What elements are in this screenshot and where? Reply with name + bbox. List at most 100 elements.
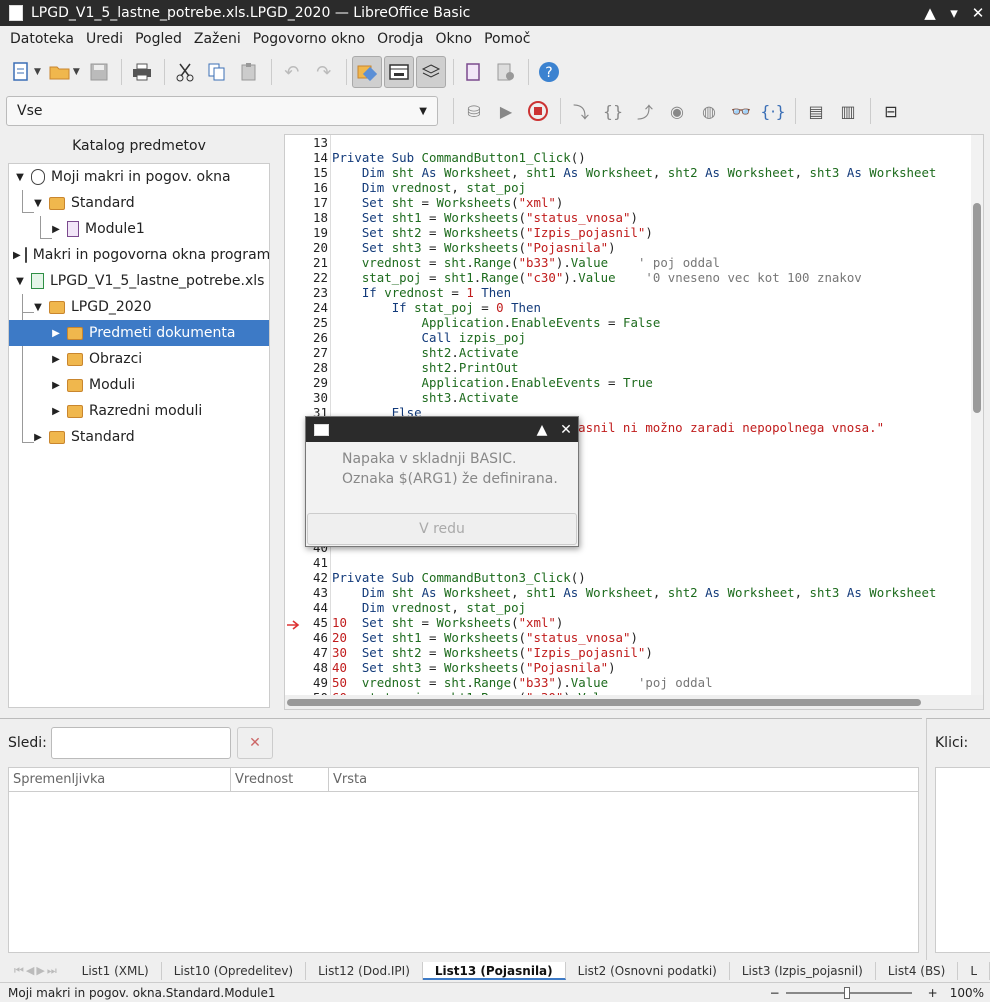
code-line[interactable]: sht2.Activate — [332, 345, 969, 360]
tab-list3[interactable]: List3 (Izpis_pojasnil) — [730, 962, 876, 980]
tab-list4[interactable]: List4 (BS) — [876, 962, 959, 980]
ok-button[interactable]: V redu — [307, 513, 577, 545]
manage-breakpoints-icon[interactable]: ◍ — [694, 96, 724, 126]
code-line[interactable]: Set sht1 = Worksheets("status_vnosa") — [332, 210, 969, 225]
dialog-maximize-button[interactable]: ▲ — [530, 422, 554, 438]
tab-list12[interactable]: List12 (Dod.IPI) — [306, 962, 423, 980]
code-line[interactable]: 30 Set sht2 = Worksheets("Izpis_pojasnil… — [332, 645, 969, 660]
run-icon[interactable]: ▶ — [491, 96, 521, 126]
zoom-slider[interactable] — [785, 986, 912, 999]
horizontal-scroll-thumb[interactable] — [287, 699, 921, 706]
tree-item-my-macros[interactable]: ▼ Moji makri in pogov. okna — [9, 164, 269, 190]
step-out-icon[interactable]: ⤴ — [630, 96, 660, 126]
code-line[interactable]: If vrednost = 1 Then — [332, 285, 969, 300]
expand-right-icon[interactable]: ▶ — [49, 328, 63, 339]
tab-list2[interactable]: List2 (Osnovni podatki) — [566, 962, 730, 980]
code-line[interactable]: Application.EnableEvents = True — [332, 375, 969, 390]
code-line[interactable]: 10 Set sht = Worksheets("xml") — [332, 615, 969, 630]
save-icon[interactable] — [84, 56, 114, 88]
print-icon[interactable] — [127, 56, 157, 88]
paste-icon[interactable] — [234, 56, 264, 88]
tab-list1[interactable]: List1 (XML) — [70, 962, 162, 980]
tree-item-standard-1[interactable]: ▼ Standard — [9, 190, 269, 216]
menu-datoteka[interactable]: Datoteka — [4, 31, 80, 47]
zoom-slider-knob[interactable] — [843, 986, 850, 999]
code-line[interactable]: Dim sht As Worksheet, sht1 As Worksheet,… — [332, 165, 969, 180]
code-line[interactable]: Call izpis_poj — [332, 330, 969, 345]
zoom-in-icon[interactable]: + — [922, 986, 944, 1000]
code-line[interactable]: Set sht2 = Worksheets("Izpis_pojasnil") — [332, 225, 969, 240]
menu-okno[interactable]: Okno — [429, 31, 478, 47]
expand-down-icon[interactable]: ▼ — [31, 302, 45, 313]
tree-item-forms[interactable]: ▶ Obrazci — [9, 346, 269, 372]
step-into-icon[interactable]: ⤵ — [566, 96, 596, 126]
expand-right-icon[interactable]: ▶ — [49, 380, 63, 391]
copy-icon[interactable] — [202, 56, 232, 88]
expand-right-icon[interactable]: ▶ — [13, 250, 21, 261]
tab-truncated[interactable]: L — [958, 962, 990, 980]
zoom-level[interactable]: 100% — [944, 986, 990, 1000]
code-line[interactable]: Private Sub CommandButton1_Click() — [332, 150, 969, 165]
help-icon[interactable]: ? — [534, 56, 564, 88]
expand-right-icon[interactable]: ▶ — [49, 406, 63, 417]
menu-pogled[interactable]: Pogled — [129, 31, 188, 47]
code-line[interactable]: Set sht3 = Worksheets("Pojasnila") — [332, 240, 969, 255]
code-line[interactable]: sht2.PrintOut — [332, 360, 969, 375]
code-line[interactable]: 40 Set sht3 = Worksheets("Pojasnila") — [332, 660, 969, 675]
expand-right-icon[interactable]: ▶ — [31, 432, 45, 443]
dialog-icon[interactable] — [383, 56, 414, 88]
tree-item-document-objects[interactable]: ▶ Predmeti dokumenta — [9, 320, 269, 346]
watch-input[interactable] — [51, 727, 231, 759]
code-line[interactable] — [332, 135, 969, 150]
expand-down-icon[interactable]: ▼ — [13, 276, 27, 287]
minimize-button[interactable]: ▾ — [942, 4, 966, 22]
open-folder-icon[interactable] — [45, 56, 75, 88]
new-dropdown-icon[interactable]: ▼ — [34, 67, 41, 77]
remove-watch-icon[interactable]: ✕ — [237, 727, 273, 759]
expand-right-icon[interactable]: ▶ — [49, 354, 63, 365]
tab-navigation-icon[interactable]: ⏮◀▶⏭ — [0, 964, 70, 978]
menu-pomoc[interactable]: Pomoč — [478, 31, 536, 47]
code-line[interactable]: Private Sub CommandButton3_Click() — [332, 570, 969, 585]
import-dialog-icon[interactable]: ⊟ — [876, 96, 906, 126]
insert-source-icon[interactable]: ▤ — [801, 96, 831, 126]
tree-item-standard-2[interactable]: ▶ Standard — [9, 424, 269, 450]
compile-icon[interactable]: ⛁ — [459, 96, 489, 126]
menu-uredi[interactable]: Uredi — [80, 31, 129, 47]
horizontal-scrollbar[interactable] — [285, 695, 983, 709]
modules-icon[interactable] — [491, 56, 521, 88]
code-line[interactable]: If stat_poj = 0 Then — [332, 300, 969, 315]
tab-list10[interactable]: List10 (Opredelitev) — [162, 962, 307, 980]
code-line[interactable]: stat_poj = sht1.Range("c30").Value '0 vn… — [332, 270, 969, 285]
watch-icon[interactable]: 👓 — [726, 96, 756, 126]
code-line[interactable]: sht3.Activate — [332, 390, 969, 405]
tab-list13[interactable]: List13 (Pojasnila) — [422, 962, 566, 980]
library-select[interactable]: Vse ▼ — [6, 96, 438, 126]
close-button[interactable]: ✕ — [966, 4, 990, 22]
code-line[interactable]: Dim sht As Worksheet, sht1 As Worksheet,… — [332, 585, 969, 600]
find-parentheses-icon[interactable]: {·} — [758, 96, 788, 126]
redo-icon[interactable]: ↷ — [309, 56, 339, 88]
zoom-out-icon[interactable]: − — [764, 986, 786, 1000]
object-catalog-icon[interactable] — [351, 56, 382, 88]
calls-list[interactable] — [935, 767, 990, 953]
expand-right-icon[interactable]: ▶ — [49, 224, 63, 235]
code-line[interactable]: Set sht = Worksheets("xml") — [332, 195, 969, 210]
code-line[interactable]: Application.EnableEvents = False — [332, 315, 969, 330]
column-header-value[interactable]: Vrednost — [231, 768, 329, 792]
maximize-button[interactable]: ▲ — [918, 4, 942, 22]
menu-zazeni[interactable]: Zaženi — [188, 31, 247, 47]
code-line[interactable]: 20 Set sht1 = Worksheets("status_vnosa") — [332, 630, 969, 645]
code-line[interactable] — [332, 555, 969, 570]
code-line[interactable]: Dim vrednost, stat_poj — [332, 180, 969, 195]
code-area[interactable]: Private Sub CommandButton1_Click() Dim s… — [332, 135, 969, 695]
code-line[interactable]: vrednost = sht.Range("b33").Value ' poj … — [332, 255, 969, 270]
column-header-variable[interactable]: Spremenljivka — [9, 768, 231, 792]
tree-item-modules[interactable]: ▶ Moduli — [9, 372, 269, 398]
new-document-icon[interactable] — [6, 56, 36, 88]
expand-down-icon[interactable]: ▼ — [31, 198, 45, 209]
tree-item-document[interactable]: ▼ LPGD_V1_5_lastne_potrebe.xls — [9, 268, 269, 294]
tree-item-class-modules[interactable]: ▶ Razredni moduli — [9, 398, 269, 424]
save-source-icon[interactable]: ▥ — [833, 96, 863, 126]
layers-icon[interactable] — [415, 56, 446, 88]
